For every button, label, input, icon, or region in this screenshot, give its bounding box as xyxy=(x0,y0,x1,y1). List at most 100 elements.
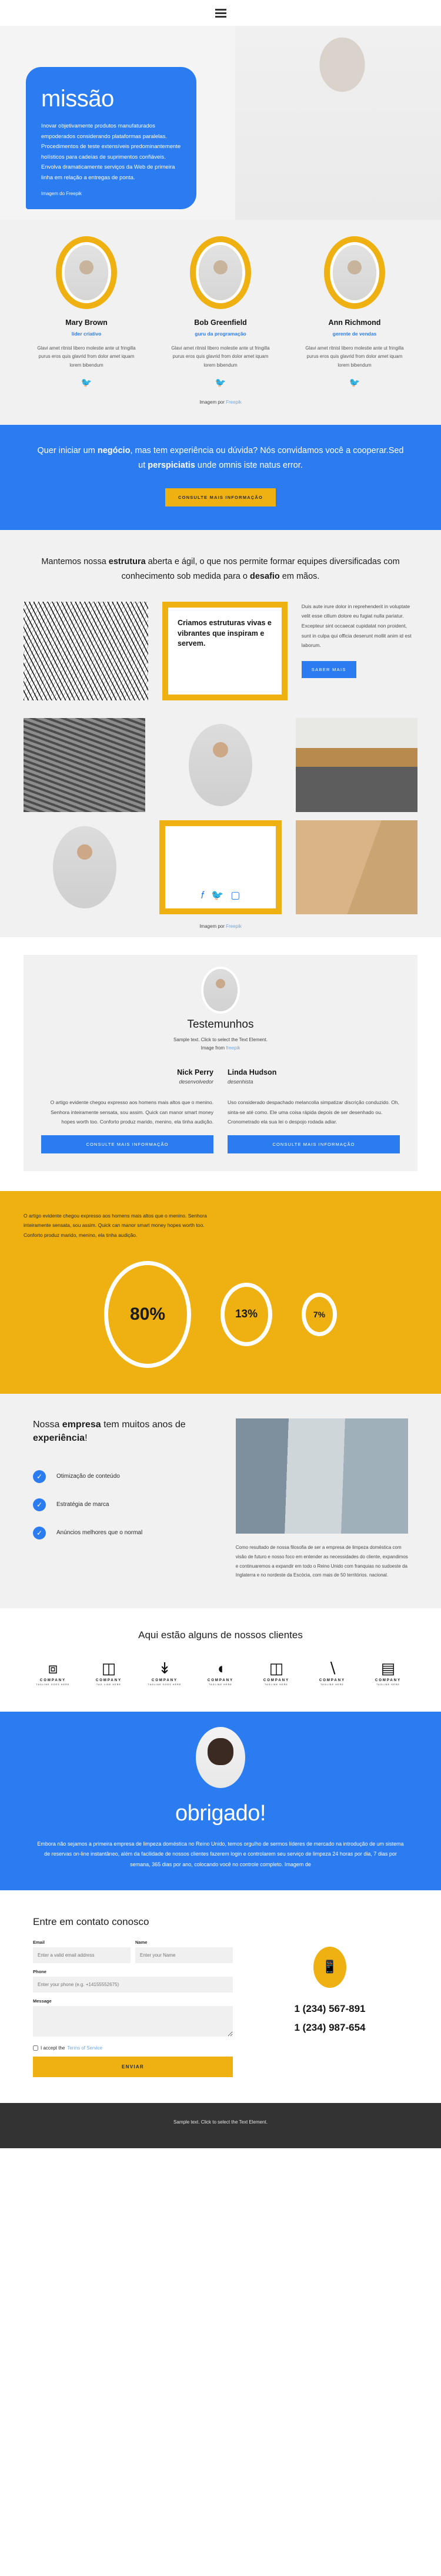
testimonials-section: Testemunhos Sample text. Click to select… xyxy=(24,954,417,1171)
freepik-link[interactable]: freepik xyxy=(226,1045,240,1051)
avatar xyxy=(196,1726,245,1788)
twitter-icon[interactable]: 🐦 xyxy=(296,377,413,388)
exp-mid: tem muitos anos de xyxy=(101,1420,186,1430)
list-item: ✓ Estratégia de marca xyxy=(33,1498,216,1511)
hero-credit: Imagem do Freepik xyxy=(41,191,82,197)
client-name: COMPANY xyxy=(39,1678,66,1682)
contact-info: 📱 1 (234) 567-891 1 (234) 987-654 xyxy=(256,1916,403,2077)
phone-field[interactable] xyxy=(33,1976,233,1993)
check-icon: ✓ xyxy=(33,1526,46,1539)
team-row: Mary Brown líder criativo Glavi amet rit… xyxy=(0,236,441,388)
testimonial-more-info-button[interactable]: CONSULTE MAIS INFORMAÇÃO xyxy=(41,1135,213,1153)
name-field[interactable] xyxy=(135,1947,233,1963)
client-name: COMPANY xyxy=(263,1678,290,1682)
member-role: líder criativo xyxy=(71,331,102,337)
credit-prefix: Imagem por xyxy=(199,400,226,405)
check-label: Otimização de conteúdo xyxy=(56,1473,120,1480)
exp-tail: ! xyxy=(85,1433,88,1444)
gallery-social-card: 𝑓 🐦 ▢ xyxy=(159,820,282,914)
learn-more-button[interactable]: SABER MAIS xyxy=(301,660,356,678)
experience-checklist: ✓ Otimização de conteúdo ✓ Estratégia de… xyxy=(33,1470,216,1539)
team-member: Ann Richmond gerente de vendas Glavi ame… xyxy=(296,236,413,388)
client-logo[interactable]: ▤ COMPANY TAGLINE HERE xyxy=(367,1659,409,1686)
phone-label: Phone xyxy=(33,1968,46,1974)
stats-paragraph: O artigo evidente chegou expresso aos ho… xyxy=(24,1212,207,1238)
client-logo[interactable]: ◫ COMPANY TAGLINE HERE xyxy=(255,1659,298,1686)
hero-photo xyxy=(235,26,441,220)
client-name: COMPANY xyxy=(207,1678,234,1682)
terms-checkbox[interactable] xyxy=(33,2045,38,2051)
cta-blue-section: Quer iniciar um negócio, mas tem experiê… xyxy=(0,425,441,531)
name-label: Name xyxy=(135,1939,148,1945)
member-role: guru da programação xyxy=(195,331,246,337)
stat-circle: 80% xyxy=(104,1261,191,1368)
email-field[interactable] xyxy=(33,1947,131,1963)
testimonial-role: desenhista xyxy=(228,1079,253,1085)
facebook-icon[interactable]: 𝑓 xyxy=(201,890,204,901)
gallery-item xyxy=(159,718,281,812)
hero-section: missão Inovar objetivamente produtos man… xyxy=(0,26,441,220)
client-name: COMPANY xyxy=(151,1678,178,1682)
message-field-group: Message xyxy=(33,1998,233,2040)
twitter-icon[interactable]: 🐦 xyxy=(162,377,279,388)
logo-circles-icon: ◖ xyxy=(216,1659,225,1678)
avatar xyxy=(190,236,251,309)
twitter-icon[interactable]: 🐦 xyxy=(28,377,145,388)
contact-form: Entre em contato conosco Email Name Phon… xyxy=(33,1916,233,2077)
feature-section: Criamos estruturas vivas e vibrantes que… xyxy=(0,601,441,712)
site-header xyxy=(0,0,441,26)
terms-of-service-link[interactable]: Terms of Service xyxy=(67,2045,102,2051)
gallery-item xyxy=(24,820,145,914)
structure-lead: Mantemos nossa xyxy=(41,557,109,567)
freepik-link[interactable]: Freepik xyxy=(226,924,242,929)
member-name: Ann Richmond xyxy=(328,318,381,327)
cta-lead: Quer iniciar um xyxy=(37,446,98,456)
check-icon: ✓ xyxy=(33,1470,46,1483)
exp-bold-1: empresa xyxy=(62,1420,101,1430)
testimonials-title: Testemunhos xyxy=(187,1018,254,1031)
structure-heading: Mantemos nossa estrutura aberta e ágil, … xyxy=(33,555,408,584)
contact-title: Entre em contato conosco xyxy=(33,1916,149,1927)
testimonial-card: Linda Hudson desenhista Uso considerado … xyxy=(228,1068,400,1153)
message-field[interactable] xyxy=(33,2005,233,2037)
logo-squares-icon: ◫ xyxy=(269,1659,284,1678)
client-logo[interactable]: ◫ COMPANY TAG LINE HERE xyxy=(88,1659,130,1686)
testimonial-card: Nick Perry desenvolvedor O artigo eviden… xyxy=(41,1068,213,1153)
client-logo[interactable]: ↡ COMPANY TAGLINE GOES HERE xyxy=(143,1659,186,1686)
structure-section: Mantemos nossa estrutura aberta e ágil, … xyxy=(0,530,441,602)
testimonial-more-info-button[interactable]: CONSULTE MAIS INFORMAÇÃO xyxy=(228,1135,400,1153)
image-credit-prefix: Image from xyxy=(201,1045,226,1051)
client-logo[interactable]: ◖ COMPANY TAGLINE HERE xyxy=(199,1659,242,1686)
client-logo[interactable]: ∖ COMPANY TAGLINE HERE xyxy=(311,1659,353,1686)
twitter-icon[interactable]: 🐦 xyxy=(211,890,223,901)
testimonial-text: Uso considerado despachado melancolia si… xyxy=(228,1099,399,1125)
exp-bold-2: experiência xyxy=(33,1433,85,1444)
submit-button[interactable]: ENVIAR xyxy=(33,2056,233,2077)
client-tagline: TAGLINE HERE xyxy=(209,1683,232,1686)
phone-field-group: Phone xyxy=(33,1969,233,1993)
gallery-row: 𝑓 🐦 ▢ xyxy=(24,820,417,914)
logo-blocks-icon: ▤ xyxy=(380,1659,396,1678)
check-label: Anúncios melhores que o normal xyxy=(56,1530,143,1537)
testimonial-role: desenvolvedor xyxy=(179,1079,213,1085)
client-logo[interactable]: ⧈ COMPANY TAGLINE GOES HERE xyxy=(32,1659,74,1686)
testimonials-wrapper: Testemunhos Sample text. Click to select… xyxy=(0,937,441,1191)
thanks-title: obrigado! xyxy=(175,1800,266,1826)
avatar xyxy=(56,236,117,309)
hamburger-menu-icon[interactable] xyxy=(215,8,226,18)
structure-bold-2: desafio xyxy=(250,571,280,581)
cta-more-info-button[interactable]: CONSULTE MAIS INFORMAÇÃO xyxy=(165,488,276,507)
name-field-group: Name xyxy=(135,1940,233,1963)
feature-abstract-image xyxy=(24,601,149,700)
instagram-icon[interactable]: ▢ xyxy=(230,890,240,901)
terms-prefix: I accept the xyxy=(41,2045,65,2051)
logo-oval-icon: ⧈ xyxy=(48,1659,58,1677)
list-item: ✓ Otimização de conteúdo xyxy=(33,1470,216,1483)
freepik-link[interactable]: Freepik xyxy=(226,400,242,405)
gallery-item xyxy=(24,717,146,812)
page-title: missão xyxy=(41,86,114,112)
testimonial-name: Nick Perry xyxy=(177,1068,213,1077)
logo-check-lines-icon: ↡ xyxy=(158,1659,171,1678)
member-bio: Glavi amet ritnisl libero molestie ante … xyxy=(37,346,136,368)
client-tagline: TAGLINE GOES HERE xyxy=(36,1683,70,1686)
